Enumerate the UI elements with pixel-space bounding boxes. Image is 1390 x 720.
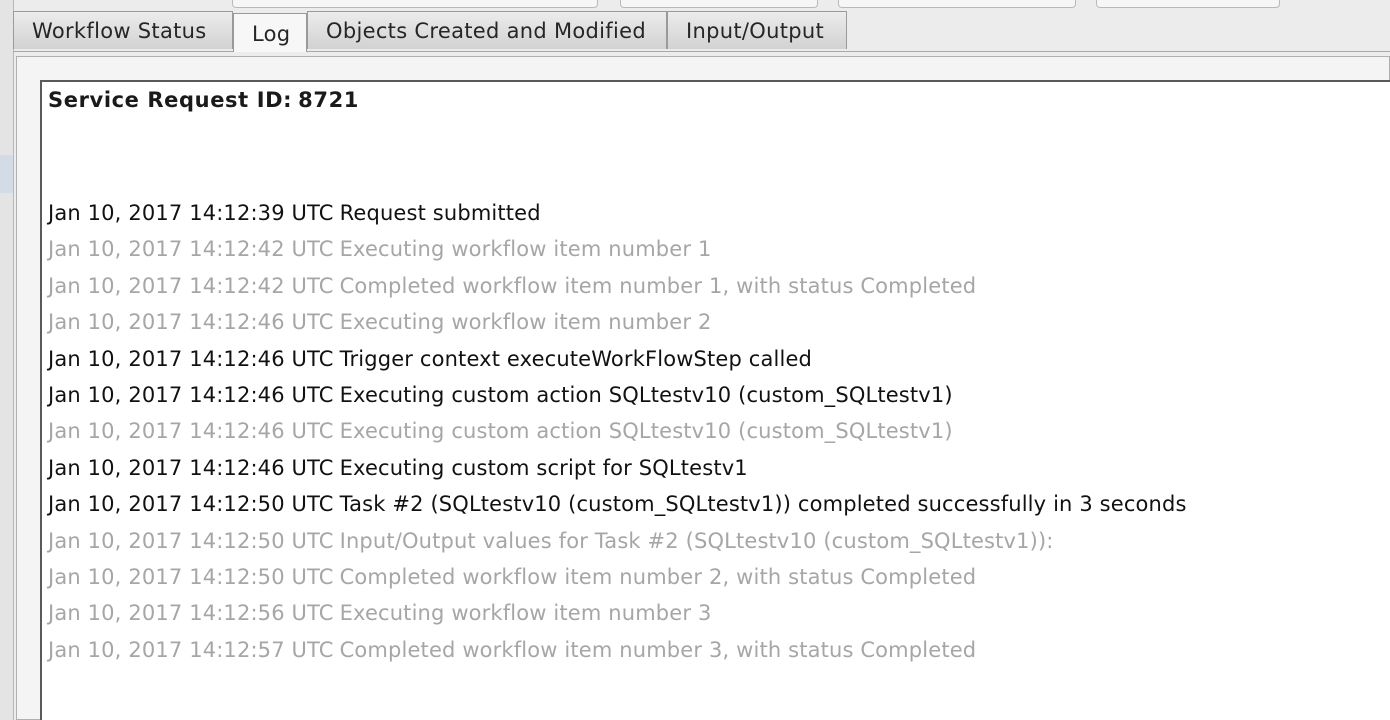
log-entry: Jan 10, 2017 14:12:56 UTC Executing workf… <box>48 595 1187 631</box>
log-message: Completed workflow item number 2, with s… <box>339 564 977 589</box>
service-request-id: 8721 <box>298 88 360 112</box>
log-message: Completed workflow item number 1, with s… <box>339 273 977 298</box>
toolbar-button-stub <box>232 0 598 8</box>
log-entry: Jan 10, 2017 14:12:39 UTC Request submitt… <box>48 195 1187 231</box>
log-entry: Jan 10, 2017 14:12:46 UTC Executing custo… <box>48 413 1187 449</box>
service-request-label: Service Request ID: <box>48 88 293 112</box>
service-request-window: Workflow Status Log Objects Created and … <box>0 0 1390 720</box>
log-entry-list: Jan 10, 2017 14:12:39 UTC Request submitt… <box>48 195 1187 668</box>
log-message: Executing custom action SQLtestv10 (cust… <box>339 419 953 444</box>
sidebar-selection-highlight <box>0 155 13 193</box>
log-entry: Jan 10, 2017 14:12:46 UTC Executing custo… <box>48 377 1187 413</box>
log-message: Executing custom script for SQLtestv1 <box>339 455 748 480</box>
log-entry: Jan 10, 2017 14:12:50 UTC Input/Output va… <box>48 523 1187 559</box>
tab-input-output[interactable]: Input/Output <box>667 11 847 49</box>
log-message: Completed workflow item number 3, with s… <box>339 637 977 662</box>
tab-log[interactable]: Log <box>233 13 307 52</box>
log-timestamp: Jan 10, 2017 14:12:42 UTC <box>48 237 334 262</box>
log-entry: Jan 10, 2017 14:12:50 UTC Completed workf… <box>48 559 1187 595</box>
log-message: Trigger context executeWorkFlowStep call… <box>339 346 813 371</box>
log-entry: Jan 10, 2017 14:12:50 UTC Task #2 (SQLtes… <box>48 486 1187 522</box>
tab-label: Input/Output <box>686 19 824 43</box>
log-timestamp: Jan 10, 2017 14:12:42 UTC <box>48 273 334 298</box>
log-timestamp: Jan 10, 2017 14:12:50 UTC <box>48 564 334 589</box>
log-message: Executing workflow item number 3 <box>339 601 712 626</box>
log-timestamp: Jan 10, 2017 14:12:50 UTC <box>48 492 334 517</box>
log-entry: Jan 10, 2017 14:12:46 UTC Executing workf… <box>48 304 1187 340</box>
tab-workflow-status[interactable]: Workflow Status <box>13 11 233 49</box>
log-message: Executing custom action SQLtestv10 (cust… <box>339 382 953 407</box>
log-entry: Jan 10, 2017 14:12:42 UTC Executing workf… <box>48 231 1187 267</box>
toolbar-button-stub <box>620 0 818 8</box>
log-timestamp: Jan 10, 2017 14:12:46 UTC <box>48 419 334 444</box>
log-timestamp: Jan 10, 2017 14:12:46 UTC <box>48 310 334 335</box>
log-entry: Jan 10, 2017 14:12:46 UTC Executing custo… <box>48 450 1187 486</box>
tab-label: Objects Created and Modified <box>326 19 646 43</box>
log-timestamp: Jan 10, 2017 14:12:57 UTC <box>48 637 334 662</box>
log-timestamp: Jan 10, 2017 14:12:56 UTC <box>48 601 334 626</box>
log-message: Input/Output values for Task #2 (SQLtest… <box>339 528 1054 553</box>
log-timestamp: Jan 10, 2017 14:12:46 UTC <box>48 455 334 480</box>
log-message: Executing workflow item number 2 <box>339 310 712 335</box>
tab-label: Workflow Status <box>32 19 207 43</box>
tab-label: Log <box>252 22 291 46</box>
log-message: Request submitted <box>339 201 541 225</box>
log-message: Task #2 (SQLtestv10 (custom_SQLtestv1)) … <box>339 492 1187 517</box>
log-entry: Jan 10, 2017 14:12:57 UTC Completed workf… <box>48 632 1187 668</box>
log-entry: Jan 10, 2017 14:12:46 UTC Trigger context… <box>48 341 1187 377</box>
toolbar-button-stub <box>1096 0 1280 8</box>
log-timestamp: Jan 10, 2017 14:12:46 UTC <box>48 346 334 371</box>
log-message: Executing workflow item number 1 <box>339 237 712 262</box>
log-timestamp: Jan 10, 2017 14:12:46 UTC <box>48 382 334 407</box>
log-timestamp: Jan 10, 2017 14:12:39 UTC <box>48 201 334 225</box>
left-sidebar-edge <box>0 0 14 720</box>
service-request-heading: Service Request ID: 8721 <box>48 88 359 112</box>
tab-bar: Workflow Status Log Objects Created and … <box>13 11 1390 52</box>
toolbar-button-stub <box>838 0 1076 8</box>
log-text-area[interactable]: Service Request ID: 8721 Jan 10, 2017 14:… <box>40 80 1390 720</box>
log-timestamp: Jan 10, 2017 14:12:50 UTC <box>48 528 334 553</box>
tab-objects-created-and-modified[interactable]: Objects Created and Modified <box>307 11 667 49</box>
log-entry: Jan 10, 2017 14:12:42 UTC Completed workf… <box>48 268 1187 304</box>
